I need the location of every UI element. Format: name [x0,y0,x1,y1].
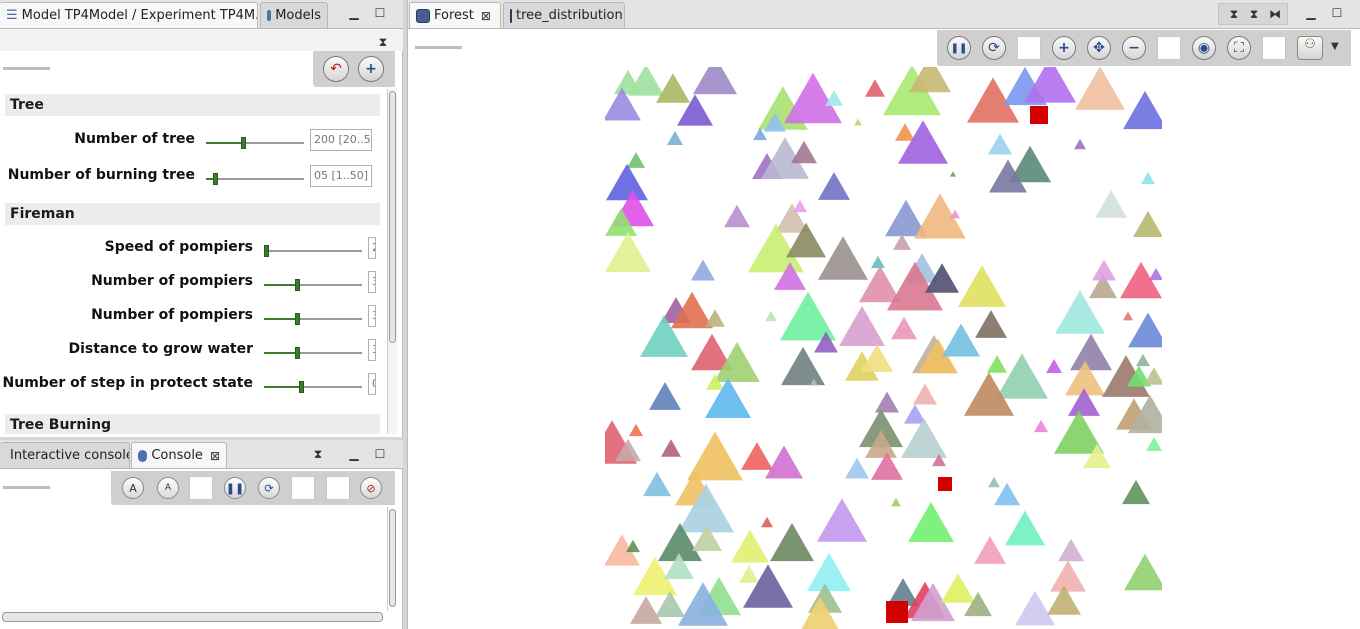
tree-triangle [987,355,1007,373]
tree-triangle [908,501,954,543]
tree-triangle [649,382,681,410]
tree-triangle [1149,267,1162,281]
tree-triangle [988,133,1012,155]
tree-triangle [950,171,956,177]
tree-triangle [1034,419,1048,433]
fire-square [886,601,908,623]
tree-triangle [1015,590,1055,626]
tree-triangle [1005,510,1045,546]
tree-triangle [854,118,862,126]
tree-triangle [739,565,759,583]
tree-triangle [807,552,851,592]
tree-triangle [781,346,825,386]
tree-triangle [875,391,899,413]
tree-triangle [893,234,911,250]
tree-triangle [605,231,651,273]
tree-triangle [1141,171,1155,185]
tree-triangle [1046,359,1062,373]
tree-triangle [1092,259,1116,281]
tree-triangle [606,163,648,201]
tree-triangle [1070,333,1112,371]
tree-triangle [770,522,814,562]
tree-triangle [630,596,662,624]
tree-triangle [818,236,868,280]
tree-triangle [818,172,850,200]
tree-triangle [988,476,1000,488]
tree-triangle [825,90,843,106]
tree-triangle [859,265,901,303]
forest-canvas[interactable] [0,0,1360,629]
tree-triangle [627,152,645,168]
tree-triangle [780,291,836,341]
tree-triangle [891,316,917,340]
tree-triangle [643,471,671,497]
tree-triangle [691,259,715,281]
tree-triangle [1144,367,1162,385]
tree-triangle [1123,311,1133,321]
tree-triangle [1124,553,1162,591]
tree-triangle [793,199,807,213]
tree-triangle [1074,138,1086,150]
tree-triangle [705,309,725,327]
tree-triangle [667,131,683,145]
tree-triangle [1058,538,1084,562]
tree-triangle [765,445,803,479]
tree-triangle [765,310,777,322]
tree-triangle [942,323,980,357]
tree-triangle [1122,479,1150,505]
tree-triangle [901,417,947,459]
tree-triangle [871,255,885,269]
tree-triangle [996,353,1048,399]
tree-triangle [724,204,750,228]
tree-triangle [656,73,690,103]
tree-triangle [1075,67,1125,110]
tree-triangle [913,383,937,405]
fire-square [1030,106,1048,124]
tree-triangle [1133,210,1162,238]
tree-triangle [1095,190,1127,218]
fire-square [938,477,952,491]
tree-triangle [731,529,769,563]
tree-triangle [895,123,915,141]
tree-triangle [941,573,975,603]
tree-triangle [1128,312,1162,348]
tree-triangle [741,442,773,470]
tree-triangle [693,67,737,95]
tree-triangle [891,497,901,507]
tree-triangle [1146,437,1162,451]
tree-triangle [791,140,817,164]
tree-triangle [958,265,1006,307]
tree-triangle [865,79,885,97]
tree-triangle [845,457,869,479]
tree-triangle [661,439,681,457]
tree-triangle [1123,90,1162,130]
tree-triangle [1136,353,1150,367]
tree-triangle [629,423,643,437]
tree-triangle [974,536,1006,564]
tree-triangle [1050,560,1086,592]
tree-triangle [761,516,773,528]
tree-triangle [817,498,867,542]
tree-triangle [839,305,885,347]
tree-triangle [975,310,1007,338]
